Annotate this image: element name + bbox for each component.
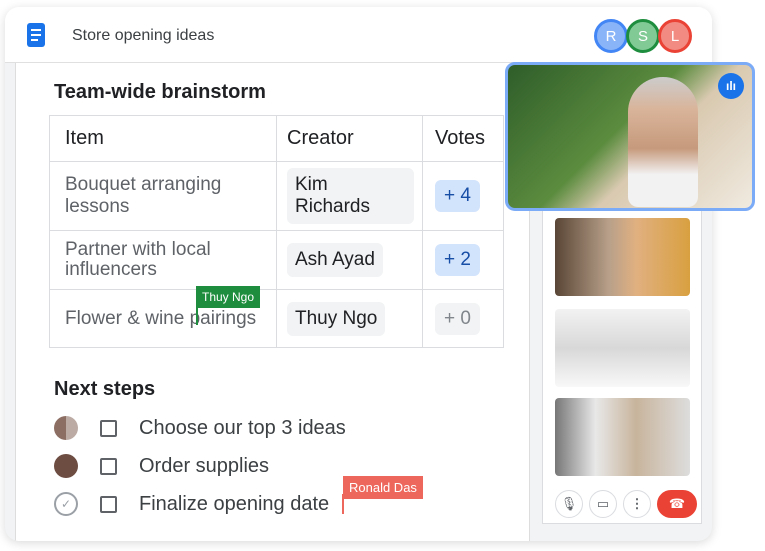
cursor-label: Thuy Ngo: [196, 286, 261, 308]
col-item: Item: [49, 115, 277, 162]
active-speaker-video[interactable]: ılı: [505, 62, 755, 211]
assignees-avatar: [54, 416, 78, 440]
vote-button[interactable]: + 4: [435, 180, 480, 212]
item-cell[interactable]: Partner with local influencers: [49, 230, 277, 290]
docs-icon: [27, 23, 45, 47]
hang-up-icon[interactable]: ☎: [657, 490, 697, 518]
assign-task-icon[interactable]: ✓: [54, 492, 78, 516]
section-title: Team-wide brainstorm: [54, 81, 266, 103]
collaborator-caret: [196, 305, 198, 325]
vote-button[interactable]: + 0: [435, 302, 480, 335]
more-vert-icon[interactable]: ⋮: [623, 490, 651, 518]
col-creator: Creator: [276, 115, 423, 162]
step-item: Choose our top 3 ideas: [54, 416, 346, 440]
participant-video[interactable]: [555, 218, 690, 296]
mic-icon[interactable]: 🎙: [555, 490, 583, 518]
participant-video[interactable]: [555, 398, 690, 476]
cursor-label: Ronald Das: [343, 476, 423, 499]
avatar-r[interactable]: R: [594, 19, 628, 53]
step-checkbox[interactable]: [100, 419, 117, 437]
creator-chip[interactable]: Thuy Ngo: [287, 301, 386, 336]
creator-chip[interactable]: Ash Ayad: [287, 243, 383, 277]
next-steps-title: Next steps: [54, 378, 156, 400]
step-label: Choose our top 3 ideas: [139, 416, 346, 439]
item-cell[interactable]: Bouquet arranging lessons: [49, 161, 277, 231]
assignee-avatar: [54, 454, 78, 478]
doc-title: Store opening ideas: [72, 27, 215, 44]
step-item: Order supplies: [54, 454, 269, 478]
speaker-figure: [628, 77, 698, 207]
step-label: Finalize opening date: [139, 492, 330, 515]
participant-video[interactable]: [555, 309, 690, 387]
ideas-table: Item Creator Votes Bouquet arranging lesso…: [49, 115, 504, 348]
step-label: Order supplies: [139, 454, 270, 477]
vote-button[interactable]: + 2: [435, 244, 480, 276]
col-votes: Votes: [422, 115, 504, 162]
meet-panel: 🎙 ▭ ⋮ ☎: [542, 202, 702, 524]
avatar-s[interactable]: S: [626, 19, 660, 53]
step-checkbox[interactable]: [100, 457, 117, 475]
step-item: ✓ Finalize opening date: [54, 492, 329, 516]
table-row: Bouquet arranging lessons Kim Richards + 4: [49, 161, 504, 231]
table-row: Flower & wine pairings Thuy Ngo + 0: [49, 289, 504, 348]
header: Store opening ideas R S L: [5, 7, 712, 63]
table-row: Partner with local influencers Ash Ayad + …: [49, 230, 504, 290]
creator-chip[interactable]: Kim Richards: [287, 168, 414, 224]
camera-icon[interactable]: ▭: [589, 490, 617, 518]
audio-bars-icon: ılı: [718, 73, 744, 99]
step-checkbox[interactable]: [100, 495, 117, 513]
avatar-l[interactable]: L: [658, 19, 692, 53]
